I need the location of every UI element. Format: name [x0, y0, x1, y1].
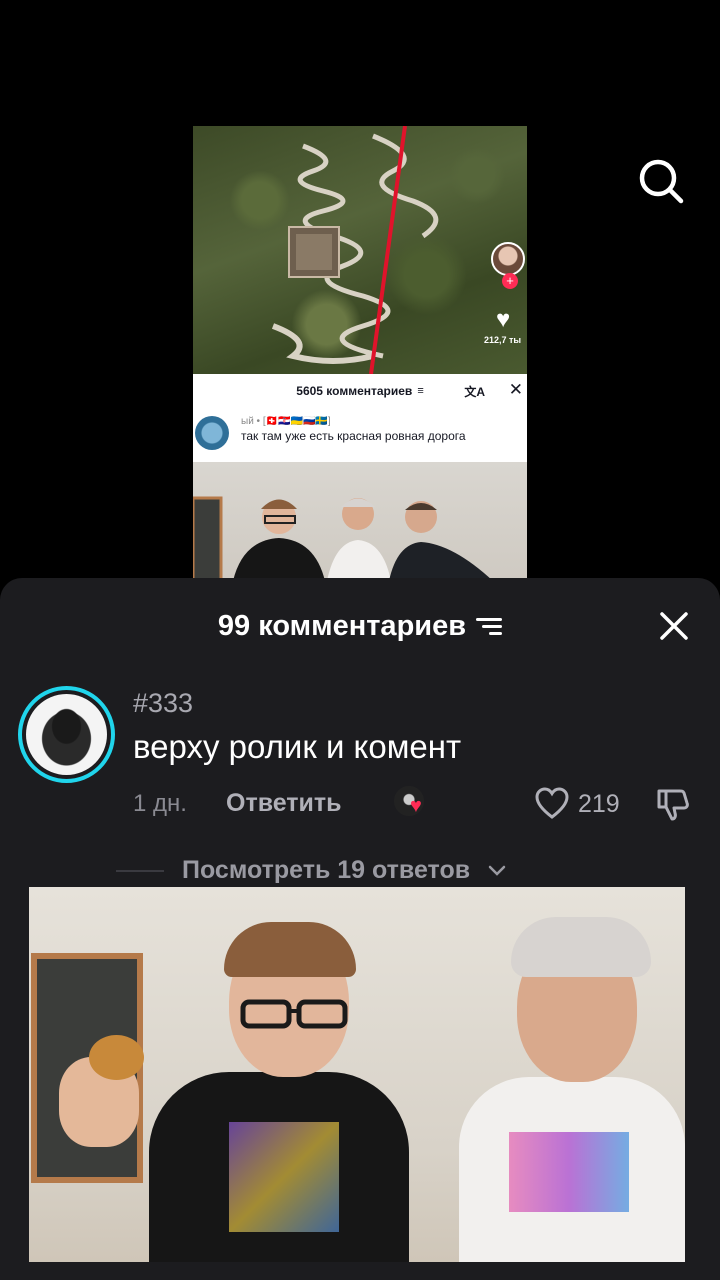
embedded-like-count: 212,7 ты — [484, 335, 522, 345]
filter-icon[interactable]: ≡ — [417, 385, 423, 397]
view-replies-label: Посмотреть 19 ответов — [182, 856, 471, 884]
embedded-comments-title: 5605 комментариев — [296, 384, 413, 398]
comments-title: 99 комментариев — [217, 609, 467, 642]
aerial-photo — [193, 126, 527, 374]
filter-icon[interactable] — [476, 616, 503, 636]
avatar[interactable] — [195, 416, 229, 450]
translate-icon[interactable]: 文A — [464, 383, 485, 400]
close-icon[interactable] — [654, 606, 694, 646]
serpentine-road — [271, 126, 439, 374]
follow-plus-icon[interactable]: + — [502, 273, 518, 289]
reply-button[interactable]: Ответить — [226, 789, 342, 818]
close-icon[interactable]: ✕ — [509, 380, 523, 400]
shirt-print — [229, 1122, 339, 1232]
avatar[interactable] — [18, 686, 115, 783]
comments-header: 99 комментариев — [0, 578, 720, 674]
shirt-print — [509, 1132, 629, 1212]
glasses — [240, 999, 348, 1029]
embedded-comment-text: так там уже есть красная ровная дорога — [241, 429, 466, 443]
heart-icon[interactable]: ♥ — [496, 308, 510, 332]
comment-time: 1 дн. — [133, 790, 187, 817]
bun — [89, 1035, 144, 1080]
embedded-comments-header: 5605 комментариев ≡ 文A ✕ — [193, 374, 527, 408]
embedded-comment-user: ый • [🇨🇭🇭🇷🇺🇦🇷🇺🇸🇪] — [241, 416, 331, 427]
view-replies-button[interactable]: Посмотреть 19 ответов — [116, 856, 506, 885]
embedded-video[interactable]: + ♥ 212,7 ты 5605 комментариев ≡ 文A ✕ ый… — [193, 126, 527, 581]
hair — [511, 917, 651, 977]
heart-icon: ♥ — [410, 795, 422, 817]
embedded-video-frame — [193, 462, 527, 581]
like-count: 219 — [578, 790, 620, 818]
comment-text: верху ролик и комент — [133, 728, 462, 765]
creator-avatar[interactable] — [491, 242, 525, 276]
comment-username[interactable]: #333 — [133, 688, 193, 719]
creator-liked-badge: ♥ — [394, 786, 430, 820]
dislike-icon[interactable] — [654, 785, 692, 823]
embedded-comments-panel: 5605 комментариев ≡ 文A ✕ ый • [🇨🇭🇭🇷🇺🇦🇷🇺🇸… — [193, 374, 527, 462]
divider — [116, 869, 164, 872]
hair — [224, 922, 356, 977]
embedded-comment: ый • [🇨🇭🇭🇷🇺🇦🇷🇺🇸🇪] так там уже есть красн… — [193, 408, 527, 450]
building — [288, 226, 340, 278]
heart-icon[interactable] — [534, 786, 570, 822]
chevron-down-icon — [488, 865, 506, 876]
search-icon[interactable] — [636, 156, 686, 206]
attached-image[interactable] — [29, 887, 685, 1262]
